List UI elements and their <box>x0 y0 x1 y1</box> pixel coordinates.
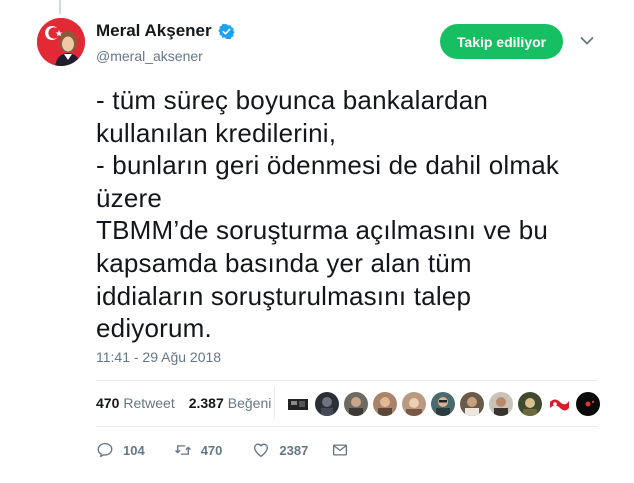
liker-avatar[interactable] <box>576 392 600 416</box>
tweet-stats: 470 Retweet 2.387 Beğeni <box>96 395 271 411</box>
direct-message-button[interactable] <box>331 441 349 459</box>
like-stat-label[interactable]: Beğeni <box>228 395 272 411</box>
reply-button[interactable]: 104 <box>96 441 145 459</box>
liker-avatar[interactable] <box>489 392 513 416</box>
divider <box>96 426 598 427</box>
avatar[interactable] <box>37 18 85 66</box>
tweet-text-line: TBMM’de soruşturma açılmasını ve bu <box>96 215 549 246</box>
retweet-count: 470 <box>200 442 223 458</box>
tweet-text-line: iddiaların soruşturulmasını talep <box>96 280 472 311</box>
tweet-text-line: kullanılan kredilerini, <box>96 117 337 148</box>
liker-avatar[interactable] <box>431 392 455 416</box>
retweet-stat-label[interactable]: Retweet <box>123 395 174 411</box>
avatar-image <box>37 18 85 66</box>
likers-avatars <box>286 392 600 416</box>
tweet-text-line: ediyorum. <box>96 313 212 344</box>
reply-count: 104 <box>123 442 145 458</box>
retweet-stat-count[interactable]: 470 <box>96 395 119 411</box>
reply-icon <box>97 442 113 458</box>
liker-avatar[interactable] <box>402 392 426 416</box>
like-button[interactable]: 2387 <box>252 441 308 459</box>
tweet-timestamp[interactable]: 11:41 - 29 Ağu 2018 <box>96 349 221 365</box>
liker-avatar[interactable] <box>286 392 310 416</box>
retweet-icon <box>174 445 191 455</box>
liker-avatar[interactable] <box>547 392 571 416</box>
liker-avatar[interactable] <box>315 392 339 416</box>
heart-icon <box>254 443 269 458</box>
chevron-down-icon[interactable] <box>580 36 594 46</box>
tweet-text-line: üzere <box>96 182 163 213</box>
liker-avatar[interactable] <box>518 392 542 416</box>
liker-avatar[interactable] <box>460 392 484 416</box>
divider <box>96 380 598 381</box>
tweet-text: - tüm süreç boyunca bankalardan kullanıl… <box>96 84 606 345</box>
author-name[interactable]: Meral Akşener <box>96 21 212 41</box>
like-count: 2387 <box>279 442 309 458</box>
verified-badge-icon <box>217 23 235 39</box>
envelope-icon <box>333 444 348 456</box>
tweet-text-line: kapsamda basında yer alan tüm <box>96 247 472 278</box>
tweet-text-line: - tüm süreç boyunca bankalardan <box>96 85 489 115</box>
tweet-text-line: - bunların geri ödenmesi de dahil olmak <box>96 150 560 181</box>
liker-avatar[interactable] <box>373 392 397 416</box>
divider <box>274 386 275 420</box>
retweet-button[interactable]: 470 <box>174 441 223 459</box>
author-handle[interactable]: @meral_aksener <box>96 48 203 64</box>
liker-avatar[interactable] <box>344 392 368 416</box>
tweet-actions: 104 470 2387 <box>96 441 349 459</box>
thread-connector-line <box>59 0 61 14</box>
like-stat-count[interactable]: 2.387 <box>189 395 224 411</box>
following-button[interactable]: Takip ediliyor <box>440 24 563 59</box>
